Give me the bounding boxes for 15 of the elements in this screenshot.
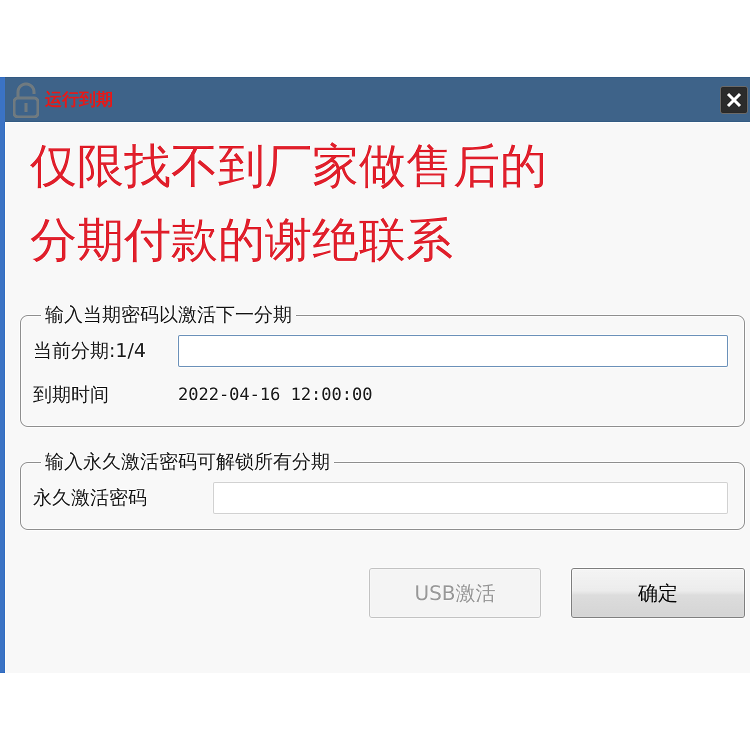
- window-title: 运行到期: [45, 89, 113, 111]
- warning-text: 仅限找不到厂家做售后的: [30, 138, 548, 196]
- group-title: 输入永久激活密码可解锁所有分期: [44, 450, 331, 475]
- padlock-icon: [13, 82, 39, 118]
- warning-text: 分期付款的谢绝联系: [30, 212, 454, 270]
- field-label: 当前分期:1/4: [33, 339, 147, 364]
- expiry-time: 2022-04-16 12:00:00: [178, 385, 372, 405]
- group-title: 输入当期密码以激活下一分期: [44, 303, 293, 328]
- field-label: 到期时间: [33, 383, 110, 408]
- field-label: 永久激活密码: [33, 486, 148, 511]
- confirm-button[interactable]: 确定: [571, 568, 745, 618]
- close-icon: [726, 92, 742, 108]
- close-button[interactable]: [720, 86, 748, 114]
- password-field[interactable]: [178, 335, 728, 367]
- password-field[interactable]: [213, 482, 728, 514]
